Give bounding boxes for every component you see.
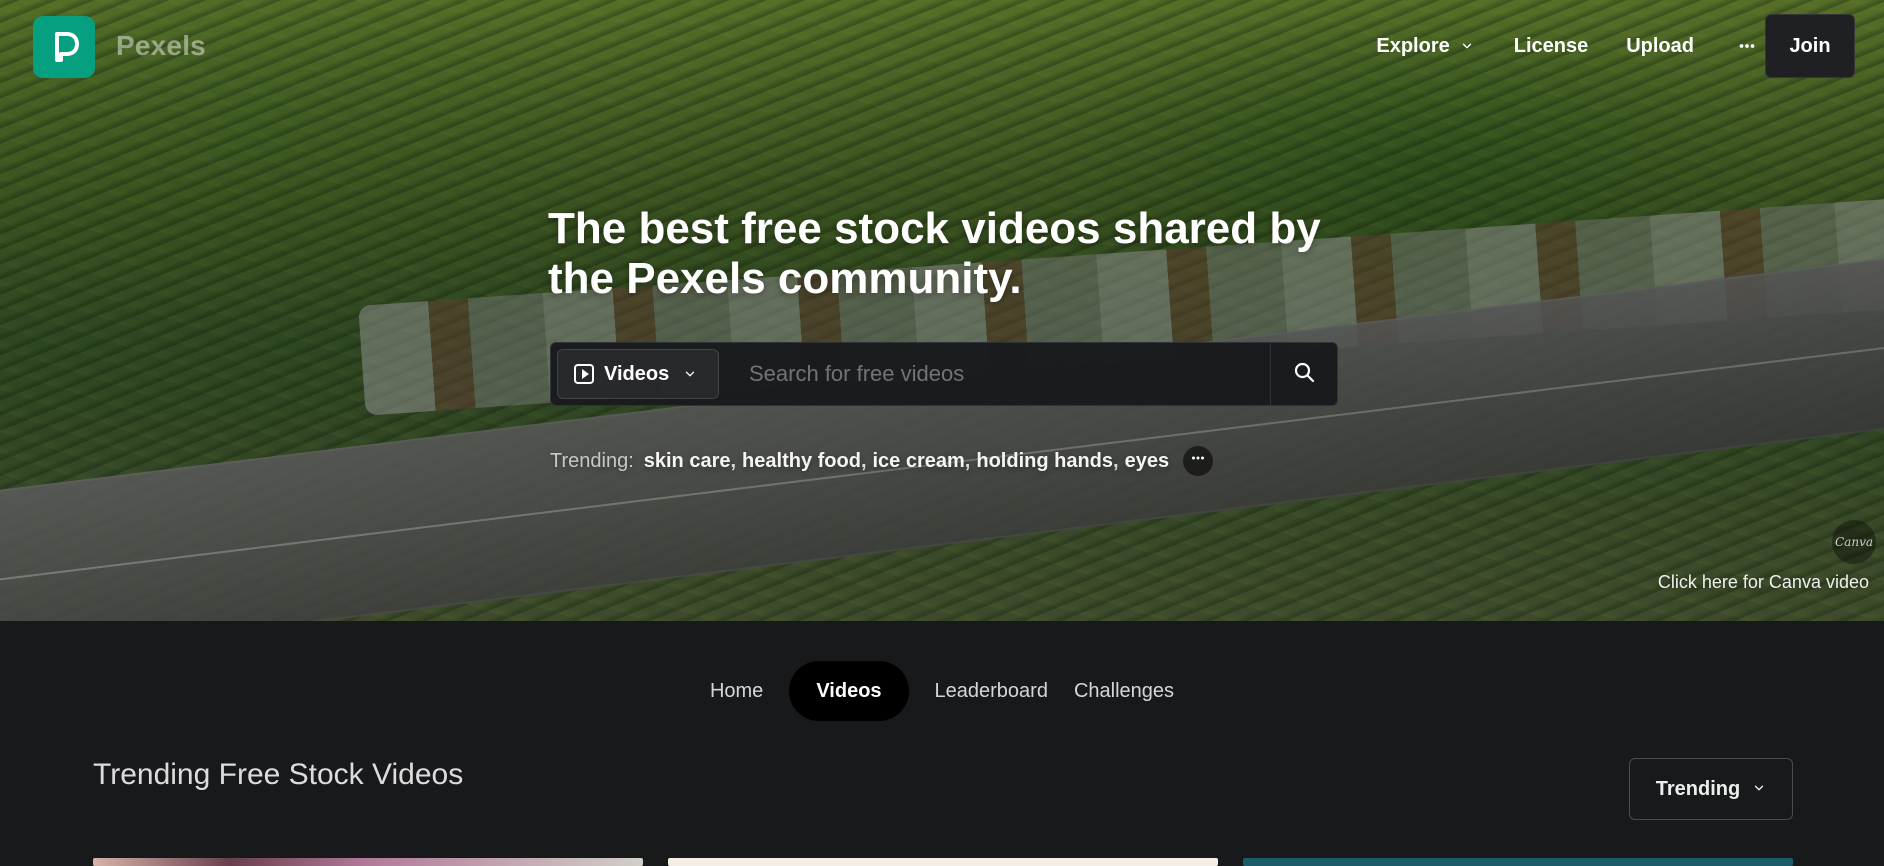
video-thumbnail[interactable] — [1243, 858, 1793, 866]
chevron-down-icon — [1458, 37, 1476, 55]
tab-label: Home — [709, 679, 764, 702]
trending-separator: , — [964, 449, 971, 472]
hero-search-bar: Videos — [550, 342, 1338, 406]
play-square-icon — [574, 364, 594, 384]
sort-label: Trending — [1655, 777, 1741, 800]
trending-tag[interactable]: healthy food — [742, 450, 861, 473]
trending-searches: Trending: skin care, healthy food, ice c… — [550, 446, 1214, 476]
canva-badge-text: Canva — [1835, 535, 1873, 549]
sort-dropdown[interactable]: Trending — [1629, 758, 1793, 820]
pexels-logo[interactable] — [33, 16, 95, 78]
video-thumbnail[interactable] — [93, 858, 643, 866]
nav-upload[interactable]: Upload — [1626, 26, 1694, 66]
canva-video-link[interactable]: Click here for Canva video — [1658, 572, 1869, 593]
nav-license-label: License — [1513, 34, 1589, 57]
nav-license[interactable]: License — [1514, 26, 1588, 66]
search-type-dropdown[interactable]: Videos — [557, 349, 719, 399]
more-dots-icon — [1189, 449, 1207, 473]
brand-wordmark[interactable]: Pexels — [116, 30, 206, 62]
nav-upload-label: Upload — [1626, 34, 1694, 57]
trending-tags: skin care, healthy food, ice cream, hold… — [644, 450, 1169, 473]
nav-explore[interactable]: Explore — [1376, 26, 1475, 66]
nav-more[interactable] — [1732, 26, 1762, 66]
section-title: Trending Free Stock Videos — [93, 758, 464, 791]
trending-tag[interactable]: skin care — [644, 450, 731, 473]
chevron-down-icon — [1752, 778, 1766, 801]
tab-label: Challenges — [1073, 679, 1175, 702]
chevron-down-icon — [681, 365, 699, 383]
more-dots-icon — [1732, 31, 1762, 61]
secondary-tabs: Home Videos Leaderboard Challenges — [0, 661, 1884, 721]
tab-leaderboard[interactable]: Leaderboard — [935, 661, 1048, 721]
tab-label: Leaderboard — [934, 679, 1048, 702]
video-thumbnail[interactable] — [668, 858, 1218, 866]
trending-tag[interactable]: ice cream — [873, 450, 965, 473]
canva-badge: Canva — [1832, 520, 1876, 564]
trending-separator: , — [1113, 449, 1119, 472]
search-button[interactable] — [1271, 343, 1337, 405]
tab-label: Videos — [816, 679, 882, 702]
hero-headline: The best free stock videos shared by the… — [548, 204, 1321, 303]
tab-videos[interactable]: Videos — [789, 661, 909, 721]
pexels-logo-icon — [55, 32, 79, 62]
trending-tag[interactable]: holding hands — [976, 450, 1113, 473]
tab-home[interactable]: Home — [710, 661, 763, 721]
tab-challenges[interactable]: Challenges — [1074, 661, 1174, 721]
join-button[interactable]: Join — [1765, 14, 1855, 78]
trending-tag[interactable]: eyes — [1125, 450, 1170, 473]
search-input[interactable] — [719, 343, 1270, 405]
trending-label: Trending: — [550, 449, 634, 472]
trending-more-button[interactable] — [1183, 446, 1214, 476]
trending-separator: , — [730, 449, 737, 472]
trending-separator: , — [860, 449, 867, 472]
nav-explore-label: Explore — [1376, 34, 1450, 57]
top-nav: Explore License Upload — [1376, 26, 1762, 66]
search-type-label: Videos — [604, 362, 670, 385]
top-bar: Pexels Explore License Upload Join — [0, 0, 1884, 94]
search-icon — [1292, 360, 1316, 388]
